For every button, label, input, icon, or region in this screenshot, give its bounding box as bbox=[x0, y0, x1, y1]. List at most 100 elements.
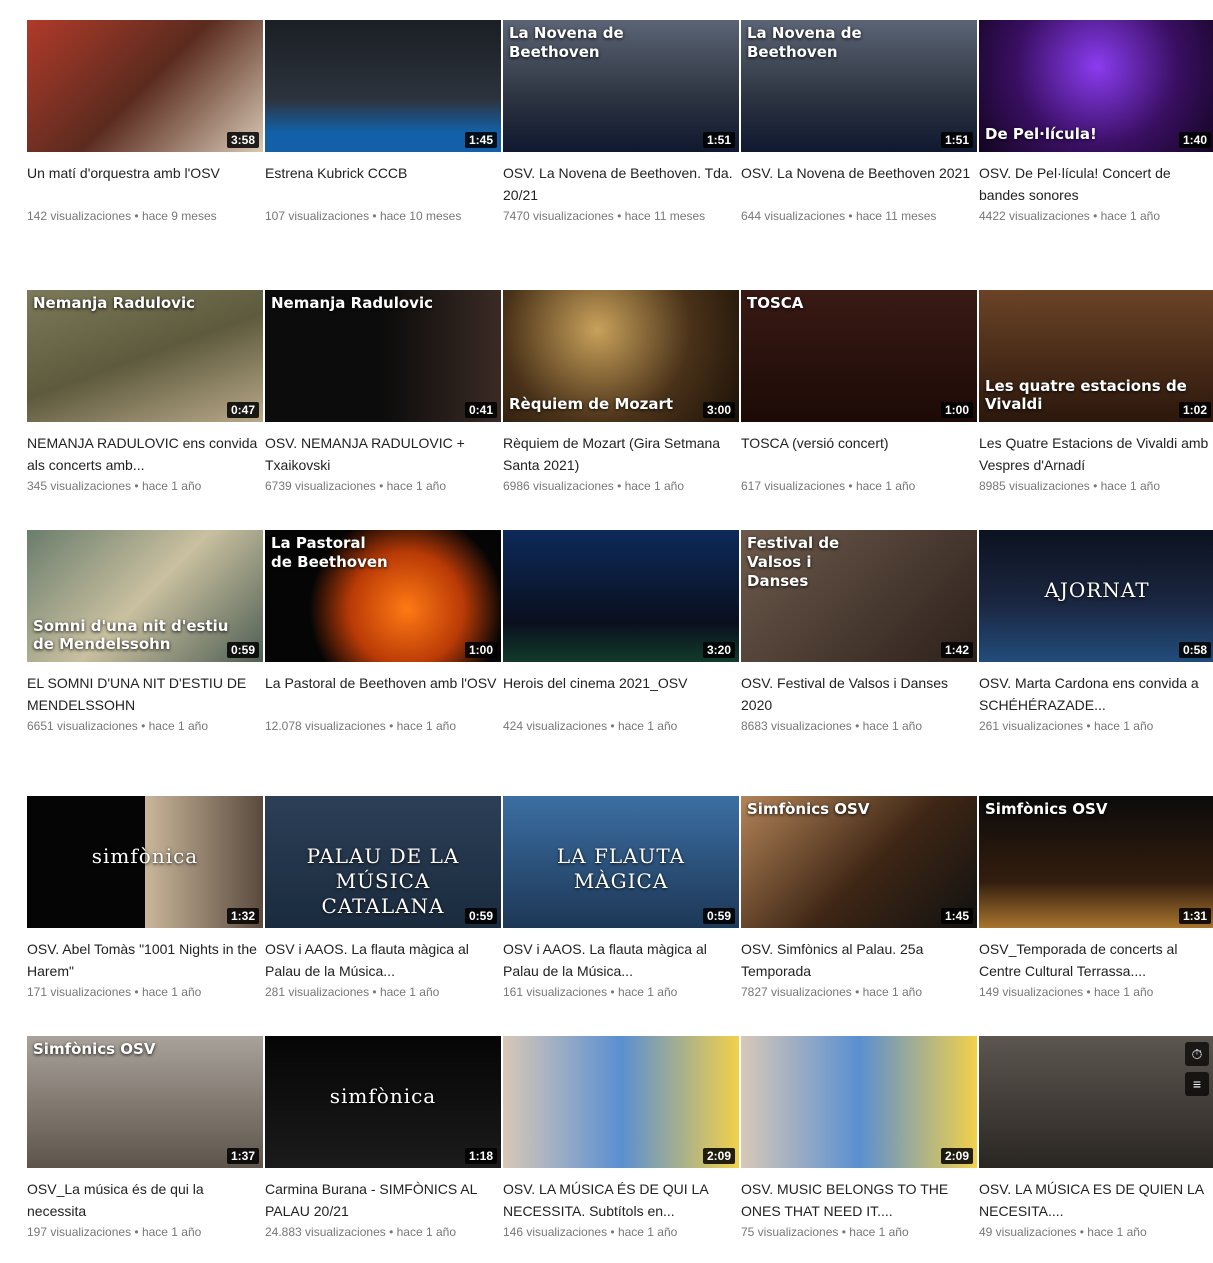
upload-age: hace 1 año bbox=[386, 719, 456, 733]
video-title[interactable]: OSV i AAOS. La flauta màgica al Palau de… bbox=[265, 938, 501, 982]
duration-badge: 1:51 bbox=[940, 132, 973, 148]
video-thumbnail[interactable]: Simfònics OSV 1:37 bbox=[27, 1036, 263, 1168]
video-title[interactable]: Herois del cinema 2021_OSV bbox=[503, 672, 739, 716]
thumbnail-overlay-text: Nemanja Radulovic bbox=[33, 294, 195, 312]
video-thumbnail[interactable]: 3:20 bbox=[503, 530, 739, 662]
upload-age: hace 11 meses bbox=[614, 209, 705, 223]
video-card[interactable]: Nemanja Radulovic 0:41 OSV. NEMANJA RADULO… bbox=[265, 290, 501, 496]
video-card[interactable]: Simfònics OSV 1:37 OSV_La música és de qui… bbox=[27, 1036, 263, 1242]
upload-age: hace 10 meses bbox=[369, 209, 461, 223]
video-card[interactable]: 3:20 Herois del cinema 2021_OSV 424 visual… bbox=[503, 530, 739, 736]
upload-age: hace 1 año bbox=[138, 719, 208, 733]
clock-icon[interactable]: ⏱ bbox=[1185, 1042, 1209, 1066]
video-title[interactable]: OSV. Simfònics al Palau. 25a Temporada bbox=[741, 938, 977, 982]
upload-age: hace 1 año bbox=[1083, 985, 1153, 999]
video-title[interactable]: Carmina Burana - SIMFÒNICS AL PALAU 20/2… bbox=[265, 1178, 501, 1222]
video-card[interactable]: 3:58 Un matí d'orquestra amb l'OSV 142 vis… bbox=[27, 20, 263, 226]
video-thumbnail[interactable]: 2:09 bbox=[503, 1036, 739, 1168]
video-thumbnail[interactable]: La Pastoral de Beethoven 1:00 bbox=[265, 530, 501, 662]
duration-badge: 0:59 bbox=[464, 908, 497, 924]
video-title[interactable]: OSV. Marta Cardona ens convida a SCHÉHÉR… bbox=[979, 672, 1213, 716]
video-title[interactable]: Estrena Kubrick CCCB bbox=[265, 162, 501, 206]
video-thumbnail[interactable]: Nemanja Radulovic 0:47 bbox=[27, 290, 263, 422]
video-card[interactable]: LA FLAUTA MÀGICA 0:59 OSV i AAOS. La flaut… bbox=[503, 796, 739, 1002]
video-card[interactable]: 2:09 OSV. MUSIC BELONGS TO THE ONES THAT … bbox=[741, 1036, 977, 1242]
video-thumbnail[interactable]: simfònica 1:32 bbox=[27, 796, 263, 928]
upload-age: hace 1 año bbox=[1090, 209, 1160, 223]
video-thumbnail[interactable]: 2:09 bbox=[741, 1036, 977, 1168]
duration-badge: 1:18 bbox=[464, 1148, 497, 1164]
video-title[interactable]: OSV. MUSIC BELONGS TO THE ONES THAT NEED… bbox=[741, 1178, 977, 1222]
video-thumbnail[interactable]: Simfònics OSV 1:31 bbox=[979, 796, 1213, 928]
video-card[interactable]: Simfònics OSV 1:31 OSV_Temporada de concer… bbox=[979, 796, 1213, 1002]
video-title[interactable]: OSV_Temporada de concerts al Centre Cult… bbox=[979, 938, 1213, 982]
video-title[interactable]: EL SOMNI D'UNA NIT D'ESTIU DE MENDELSSOH… bbox=[27, 672, 263, 716]
view-count: 49 visualizaciones bbox=[979, 1225, 1077, 1239]
video-thumbnail[interactable]: Rèquiem de Mozart 3:00 bbox=[503, 290, 739, 422]
video-title[interactable]: OSV. LA MÚSICA ES DE QUIEN LA NECESITA..… bbox=[979, 1178, 1213, 1222]
video-card[interactable]: Somni d'una nit d'estiu de Mendelssohn 0:… bbox=[27, 530, 263, 736]
upload-age: hace 1 año bbox=[1090, 479, 1160, 493]
video-card[interactable]: Les quatre estacions de Vivaldi 1:02 Les Q… bbox=[979, 290, 1213, 496]
video-card[interactable]: ⏱ ≡ OSV. LA MÚSICA ES DE QUIEN LA NECESITA… bbox=[979, 1036, 1213, 1242]
view-count: 6986 visualizaciones bbox=[503, 479, 614, 493]
video-card[interactable]: TOSCA 1:00 TOSCA (versió concert) 617 visua… bbox=[741, 290, 977, 496]
video-title[interactable]: Rèquiem de Mozart (Gira Setmana Santa 20… bbox=[503, 432, 739, 476]
video-card[interactable]: AJORNAT 0:58 OSV. Marta Cardona ens convid… bbox=[979, 530, 1213, 736]
video-meta: 424 visualizacioneshace 1 año bbox=[503, 716, 739, 736]
view-count: 75 visualizaciones bbox=[741, 1225, 839, 1239]
view-count: 8683 visualizaciones bbox=[741, 719, 852, 733]
video-thumbnail[interactable]: La Novena de Beethoven 1:51 bbox=[741, 20, 977, 152]
video-card[interactable]: simfònica 1:18 Carmina Burana - SIMFÒNICS … bbox=[265, 1036, 501, 1242]
video-title[interactable]: OSV i AAOS. La flauta màgica al Palau de… bbox=[503, 938, 739, 982]
video-thumbnail[interactable]: PALAU DE LA MÚSICA CATALANA 0:59 bbox=[265, 796, 501, 928]
video-thumbnail[interactable]: Les quatre estacions de Vivaldi 1:02 bbox=[979, 290, 1213, 422]
duration-badge: 3:20 bbox=[702, 642, 735, 658]
video-card[interactable]: Simfònics OSV 1:45 OSV. Simfònics al Palau… bbox=[741, 796, 977, 1002]
video-card[interactable]: De Pel·lícula! 1:40 OSV. De Pel·lícula! Co… bbox=[979, 20, 1213, 226]
video-title[interactable]: OSV. LA MÚSICA ÉS DE QUI LA NECESSITA. S… bbox=[503, 1178, 739, 1222]
video-title[interactable]: Les Quatre Estacions de Vivaldi amb Vesp… bbox=[979, 432, 1213, 476]
video-card[interactable]: Nemanja Radulovic 0:47 NEMANJA RADULOVIC e… bbox=[27, 290, 263, 496]
video-thumbnail[interactable]: AJORNAT 0:58 bbox=[979, 530, 1213, 662]
video-card[interactable]: 1:45 Estrena Kubrick CCCB 107 visualizacio… bbox=[265, 20, 501, 226]
view-count: 161 visualizaciones bbox=[503, 985, 608, 999]
video-thumbnail[interactable]: 1:45 bbox=[265, 20, 501, 152]
video-title[interactable]: OSV. Festival de Valsos i Danses 2020 bbox=[741, 672, 977, 716]
video-card[interactable]: 2:09 OSV. LA MÚSICA ÉS DE QUI LA NECESSIT… bbox=[503, 1036, 739, 1242]
video-thumbnail[interactable]: TOSCA 1:00 bbox=[741, 290, 977, 422]
video-thumbnail[interactable]: De Pel·lícula! 1:40 bbox=[979, 20, 1213, 152]
video-title[interactable]: OSV. Abel Tomàs "1001 Nights in the Hare… bbox=[27, 938, 263, 982]
video-card[interactable]: La Novena de Beethoven 1:51 OSV. La Novena… bbox=[741, 20, 977, 226]
video-thumbnail[interactable]: Somni d'una nit d'estiu de Mendelssohn 0:… bbox=[27, 530, 263, 662]
upload-age: hace 1 año bbox=[131, 479, 201, 493]
video-thumbnail[interactable]: ⏱ ≡ bbox=[979, 1036, 1213, 1168]
queue-icon[interactable]: ≡ bbox=[1185, 1072, 1209, 1096]
video-thumbnail[interactable]: simfònica 1:18 bbox=[265, 1036, 501, 1168]
video-card[interactable]: La Pastoral de Beethoven 1:00 La Pastoral … bbox=[265, 530, 501, 736]
video-thumbnail[interactable]: Nemanja Radulovic 0:41 bbox=[265, 290, 501, 422]
video-thumbnail[interactable]: La Novena de Beethoven 1:51 bbox=[503, 20, 739, 152]
video-title[interactable]: OSV. De Pel·lícula! Concert de bandes so… bbox=[979, 162, 1213, 206]
video-thumbnail[interactable]: LA FLAUTA MÀGICA 0:59 bbox=[503, 796, 739, 928]
video-title[interactable]: OSV. NEMANJA RADULOVIC + Txaikovski bbox=[265, 432, 501, 476]
video-title[interactable]: La Pastoral de Beethoven amb l'OSV bbox=[265, 672, 501, 716]
video-card[interactable]: Festival de Valsos i Danses 1:42 OSV. Fest… bbox=[741, 530, 977, 736]
video-title[interactable]: TOSCA (versió concert) bbox=[741, 432, 977, 476]
thumbnail-overlay-text: Simfònics OSV bbox=[747, 800, 870, 818]
video-thumbnail[interactable]: Festival de Valsos i Danses 1:42 bbox=[741, 530, 977, 662]
video-card[interactable]: La Novena de Beethoven 1:51 OSV. La Novena… bbox=[503, 20, 739, 226]
video-thumbnail[interactable]: Simfònics OSV 1:45 bbox=[741, 796, 977, 928]
video-card[interactable]: PALAU DE LA MÚSICA CATALANA 0:59 OSV i AAO… bbox=[265, 796, 501, 1002]
video-title[interactable]: NEMANJA RADULOVIC ens convida als concer… bbox=[27, 432, 263, 476]
video-meta: 7470 visualizacioneshace 11 meses bbox=[503, 206, 739, 226]
video-title[interactable]: OSV. La Novena de Beethoven. Tda. 20/21 bbox=[503, 162, 739, 206]
video-thumbnail[interactable]: 3:58 bbox=[27, 20, 263, 152]
video-card[interactable]: simfònica 1:32 OSV. Abel Tomàs "1001 Night… bbox=[27, 796, 263, 1002]
video-title[interactable]: OSV. La Novena de Beethoven 2021 bbox=[741, 162, 977, 206]
video-card[interactable]: Rèquiem de Mozart 3:00 Rèquiem de Mozart (… bbox=[503, 290, 739, 496]
video-title[interactable]: Un matí d'orquestra amb l'OSV bbox=[27, 162, 263, 206]
video-title[interactable]: OSV_La música és de qui la necessita bbox=[27, 1178, 263, 1222]
view-count: 261 visualizaciones bbox=[979, 719, 1084, 733]
upload-age: hace 1 año bbox=[607, 985, 677, 999]
